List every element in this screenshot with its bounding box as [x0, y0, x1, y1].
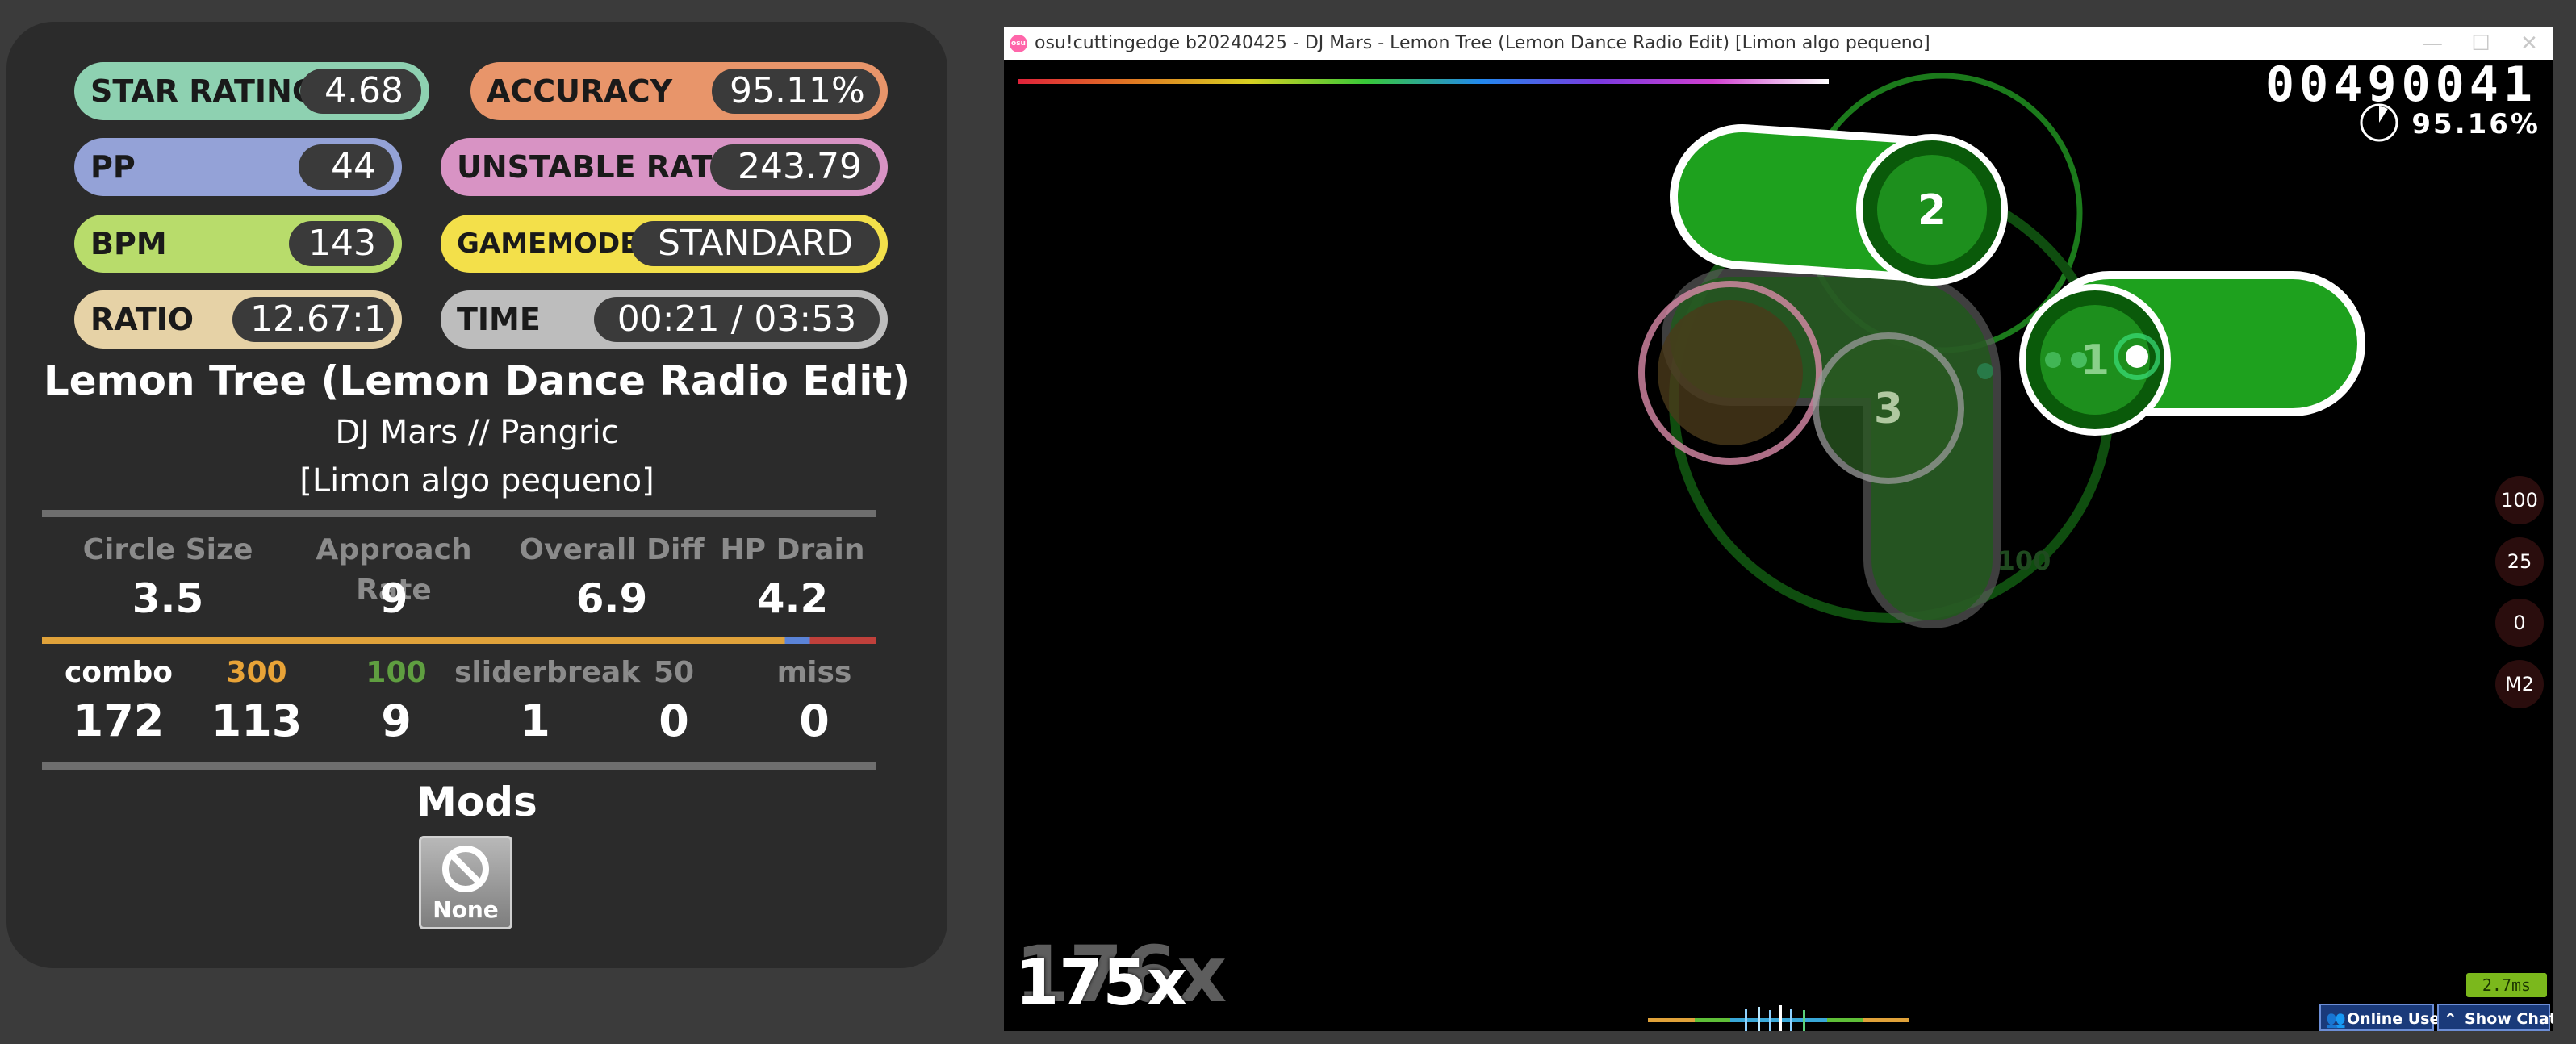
circle-size-stat: Circle Size 3.5	[79, 530, 257, 627]
hp-drain-label: HP Drain	[720, 533, 865, 566]
hit300-stat: 300 113	[188, 653, 325, 750]
frame-time-counter: 2.7ms	[2466, 973, 2547, 997]
hit50-value: 0	[659, 695, 689, 746]
show-chat-label: Show Chat	[2465, 1010, 2553, 1028]
combo-label: combo	[64, 656, 174, 689]
time-label: TIME	[457, 302, 541, 337]
hit-circle-number: 2	[1917, 186, 1947, 235]
miss-value: 0	[799, 695, 830, 746]
mods-heading: Mods	[416, 779, 537, 825]
hit-error-tick	[1803, 1010, 1805, 1031]
star-rating-pill: STAR RATING 4.68	[74, 62, 429, 120]
accuracy-label: ACCURACY	[487, 73, 673, 109]
hit100-value: 9	[381, 695, 412, 746]
time-value: 00:21 / 03:53	[594, 297, 880, 342]
hp-drain-value: 4.2	[756, 575, 829, 622]
difficulty-name: [Limon algo pequeno]	[299, 462, 654, 499]
gamemode-value: STANDARD	[631, 221, 880, 266]
key-counter: M2	[2495, 660, 2544, 708]
accuracy-value: 95.11%	[712, 69, 880, 114]
mod-none-badge: None	[419, 836, 512, 929]
chevron-up-icon: ⌃	[2444, 1009, 2457, 1029]
online-users-button[interactable]: 👥 Online Users	[2319, 1004, 2457, 1031]
no-mods-icon	[442, 846, 489, 892]
game-window[interactable]: osu osu!cuttingedge b20240425 - DJ Mars …	[1004, 27, 2553, 1031]
miss-counter: 0	[2495, 599, 2544, 647]
ratio-label: RATIO	[90, 302, 194, 337]
combo-stat: combo 172	[50, 653, 187, 750]
users-icon: 👥	[2326, 1009, 2346, 1029]
approach-rate-label: Approach Rate	[316, 533, 472, 607]
hit100-label: 100	[366, 656, 427, 689]
approach-rate-value: 9	[379, 575, 408, 622]
show-chat-button[interactable]: ⌃ Show Chat	[2437, 1004, 2553, 1031]
unstable-rate-pill: UNSTABLE RATE 243.79	[441, 138, 888, 196]
hit50-counter: 25	[2495, 537, 2544, 586]
cursor-trail	[2071, 352, 2087, 368]
hit-circle-number: 3	[1874, 385, 1903, 433]
hit-judgement-100: 100	[1997, 545, 2051, 576]
hit50-label: 50	[653, 656, 695, 689]
sliderbreak-stat: sliderbreak 1	[454, 653, 641, 750]
cursor-trail	[1977, 363, 1993, 379]
overall-diff-stat: Overall Diff 6.9	[515, 530, 709, 627]
pp-pill: PP 44	[74, 138, 402, 196]
hit-error-tick	[1779, 1005, 1782, 1031]
approach-rate-stat: Approach Rate 9	[281, 530, 507, 627]
star-rating-value: 4.68	[300, 69, 421, 114]
divider-bottom	[42, 762, 876, 770]
artist-mapper: DJ Mars // Pangric	[335, 414, 619, 451]
cursor-trail	[2045, 352, 2061, 368]
miss-label: miss	[776, 656, 852, 689]
mod-none-label: None	[433, 896, 499, 923]
song-title: Lemon Tree (Lemon Dance Radio Edit)	[43, 357, 911, 404]
hit100-counter: 100	[2495, 476, 2544, 524]
sliderbreak-label: sliderbreak	[454, 656, 641, 689]
miss-stat: miss 0	[746, 653, 883, 750]
cursor	[2126, 345, 2148, 368]
bpm-value: 143	[289, 221, 394, 266]
gamemode-label: GAMEMODE	[457, 228, 639, 260]
playfield[interactable]: 2 3 1 100	[1004, 27, 2553, 1031]
pp-label: PP	[90, 149, 136, 185]
overall-diff-label: Overall Diff	[519, 533, 705, 566]
divider-hit-distribution	[42, 637, 876, 644]
hit50-stat: 50 0	[605, 653, 742, 750]
hit100-stat: 100 9	[328, 653, 465, 750]
bpm-pill: BPM 143	[74, 215, 402, 273]
time-pill: TIME 00:21 / 03:53	[441, 290, 888, 349]
hp-drain-stat: HP Drain 4.2	[712, 530, 873, 627]
hit-error-tick	[1769, 1010, 1771, 1031]
hit300-value: 113	[211, 695, 303, 746]
divider-top	[42, 510, 876, 517]
gamemode-pill: GAMEMODE STANDARD	[441, 215, 888, 273]
combo-value: 172	[73, 695, 165, 746]
circle-size-value: 3.5	[132, 575, 204, 622]
star-rating-label: STAR RATING	[90, 73, 318, 109]
hit-error-tick	[1758, 1007, 1760, 1031]
ratio-value: 12.67:1	[232, 297, 394, 342]
hit-error-tick	[1745, 1009, 1747, 1031]
unstable-rate-label: UNSTABLE RATE	[457, 149, 734, 185]
accuracy-pill: ACCURACY 95.11%	[470, 62, 888, 120]
unstable-rate-value: 243.79	[710, 144, 880, 190]
overall-diff-value: 6.9	[575, 575, 648, 622]
bpm-label: BPM	[90, 226, 167, 261]
circle-size-label: Circle Size	[82, 533, 253, 566]
sliderbreak-value: 1	[520, 695, 550, 746]
ratio-pill: RATIO 12.67:1	[74, 290, 402, 349]
slider-end	[1658, 300, 1803, 445]
hit-error-tick	[1790, 1009, 1792, 1031]
stream-overlay-panel: STAR RATING 4.68 ACCURACY 95.11% PP 44 U…	[6, 22, 947, 968]
hit300-label: 300	[226, 656, 287, 689]
combo-counter: 175x	[1015, 947, 1188, 1020]
pp-value: 44	[299, 144, 394, 190]
